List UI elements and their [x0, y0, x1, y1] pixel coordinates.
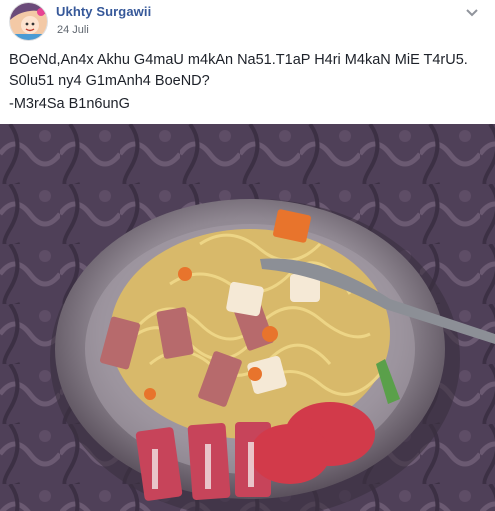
- post-text-line: S0lu51 ny4 G1mAnh4 BoeND?: [9, 73, 210, 89]
- post-header: Ukhty Surgawii 24 Juli: [0, 0, 495, 41]
- chevron-down-icon[interactable]: [463, 6, 481, 20]
- noodle-plate-photo: [0, 124, 495, 511]
- post-photo[interactable]: [0, 124, 495, 511]
- post-text: BOeNd,An4x Akhu G4maU m4kAn Na51.T1aP H4…: [9, 50, 489, 92]
- author-name-link[interactable]: Ukhty Surgawii: [56, 4, 151, 19]
- post-text-line: BOeNd,An4x Akhu G4maU m4kAn Na51.T1aP H4…: [9, 52, 468, 68]
- avatar-image: [10, 3, 47, 40]
- post-date-link[interactable]: 24 Juli: [57, 24, 89, 36]
- post-signature: -M3r4Sa B1n6unG: [9, 96, 130, 112]
- avatar[interactable]: [9, 2, 48, 41]
